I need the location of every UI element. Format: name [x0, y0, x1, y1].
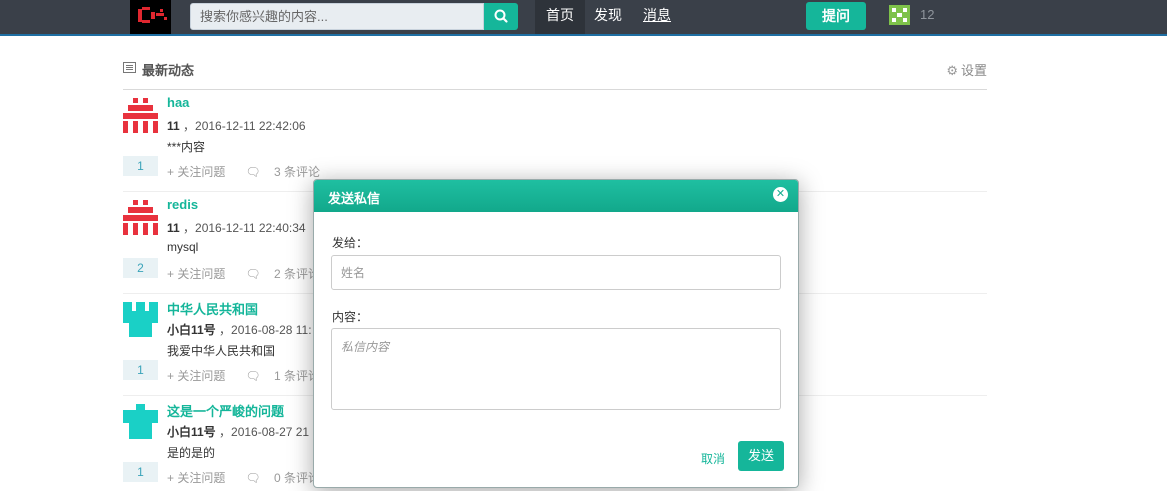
search-input[interactable]: 搜索你感兴趣的内容... [190, 3, 484, 30]
question-content: mysql [167, 240, 199, 254]
question-actions: + 关注问题 🗨︎ 3 条评论 [167, 163, 340, 180]
question-meta: 11 ，2016-12-11 22:40:34 [167, 219, 306, 236]
comments-link[interactable]: 🗨︎ 3 条评论 [245, 165, 330, 179]
nav-messages[interactable]: 消息 [637, 0, 677, 34]
user-avatar[interactable] [889, 5, 910, 25]
send-message-dialog: 发送私信 ✕ 发给： 内容： 取消 发送 [313, 179, 799, 488]
question-title[interactable]: 中华人民共和国 [167, 299, 258, 318]
recipient-input[interactable] [331, 255, 781, 290]
settings-label: 设置 [960, 63, 987, 78]
ask-question-button[interactable]: 提问 [806, 2, 866, 30]
content-label: 内容： [332, 310, 369, 324]
follow-question-link[interactable]: + 关注问题 [167, 369, 235, 383]
post-time: ，2016-12-11 22:40:34 [183, 221, 306, 235]
user-notification-count[interactable]: 12 [920, 0, 934, 30]
search-button[interactable] [484, 3, 518, 30]
gear-icon: ⚙ [946, 63, 958, 78]
question-title[interactable]: haa [167, 95, 189, 110]
follow-question-link[interactable]: + 关注问题 [167, 471, 235, 485]
author-name[interactable]: 11 [167, 119, 180, 133]
feed-header: 最新动态 ⚙ 设置 [123, 53, 987, 90]
vote-count[interactable]: 1 [123, 360, 158, 380]
post-time: ，2016-08-28 11: [219, 323, 312, 337]
site-logo[interactable] [130, 0, 171, 34]
author-avatar[interactable] [123, 98, 158, 133]
dialog-title: 发送私信 [328, 191, 381, 206]
cancel-button[interactable]: 取消 [701, 450, 725, 467]
list-icon [123, 62, 136, 73]
feed-title: 最新动态 [142, 63, 195, 78]
close-icon[interactable]: ✕ [773, 187, 788, 202]
author-avatar[interactable] [123, 404, 158, 439]
question-content: ***内容 [167, 140, 206, 154]
message-content-input[interactable] [331, 328, 781, 410]
author-name[interactable]: 小白11号 [167, 425, 216, 439]
question-content: 我爱中华人民共和国 [167, 344, 276, 358]
author-avatar[interactable] [123, 200, 158, 235]
nav-discover[interactable]: 发现 [585, 0, 631, 34]
question-content: 是的是的 [167, 446, 216, 460]
author-avatar[interactable] [123, 302, 158, 337]
dialog-header: 发送私信 ✕ [314, 180, 798, 212]
recipient-label: 发给： [332, 236, 369, 250]
question-title[interactable]: redis [167, 197, 198, 212]
comment-icon: 🗨︎ [245, 369, 261, 383]
comment-icon: 🗨︎ [245, 471, 261, 485]
follow-question-link[interactable]: + 关注问题 [167, 165, 235, 179]
post-time: ，2016-12-11 22:42:06 [183, 119, 306, 133]
comment-icon: 🗨︎ [245, 267, 261, 281]
nav-home[interactable]: 首页 [535, 0, 585, 34]
vote-count[interactable]: 1 [123, 156, 158, 176]
comment-icon: 🗨︎ [245, 165, 261, 179]
question-meta: 小白11号 ，2016-08-28 11: [167, 321, 312, 338]
send-button[interactable]: 发送 [738, 441, 784, 471]
question-title[interactable]: 这是一个严峻的问题 [167, 401, 284, 420]
settings-link[interactable]: ⚙ 设置 [946, 60, 987, 79]
author-name[interactable]: 小白11号 [167, 323, 216, 337]
vote-count[interactable]: 1 [123, 462, 158, 482]
vote-count[interactable]: 2 [123, 258, 158, 278]
author-name[interactable]: 11 [167, 221, 180, 235]
feed-item: haa 11 ，2016-12-11 22:42:06 ***内容 1 + 关注… [123, 90, 987, 192]
question-meta: 11 ，2016-12-11 22:42:06 [167, 117, 306, 134]
question-meta: 小白11号 ，2016-08-27 21 [167, 423, 309, 440]
top-nav-bar: 搜索你感兴趣的内容... 首页 发现 消息 提问 12 [0, 0, 1167, 36]
post-time: ，2016-08-27 21 [219, 425, 310, 439]
follow-question-link[interactable]: + 关注问题 [167, 267, 235, 281]
search-icon [494, 9, 508, 23]
